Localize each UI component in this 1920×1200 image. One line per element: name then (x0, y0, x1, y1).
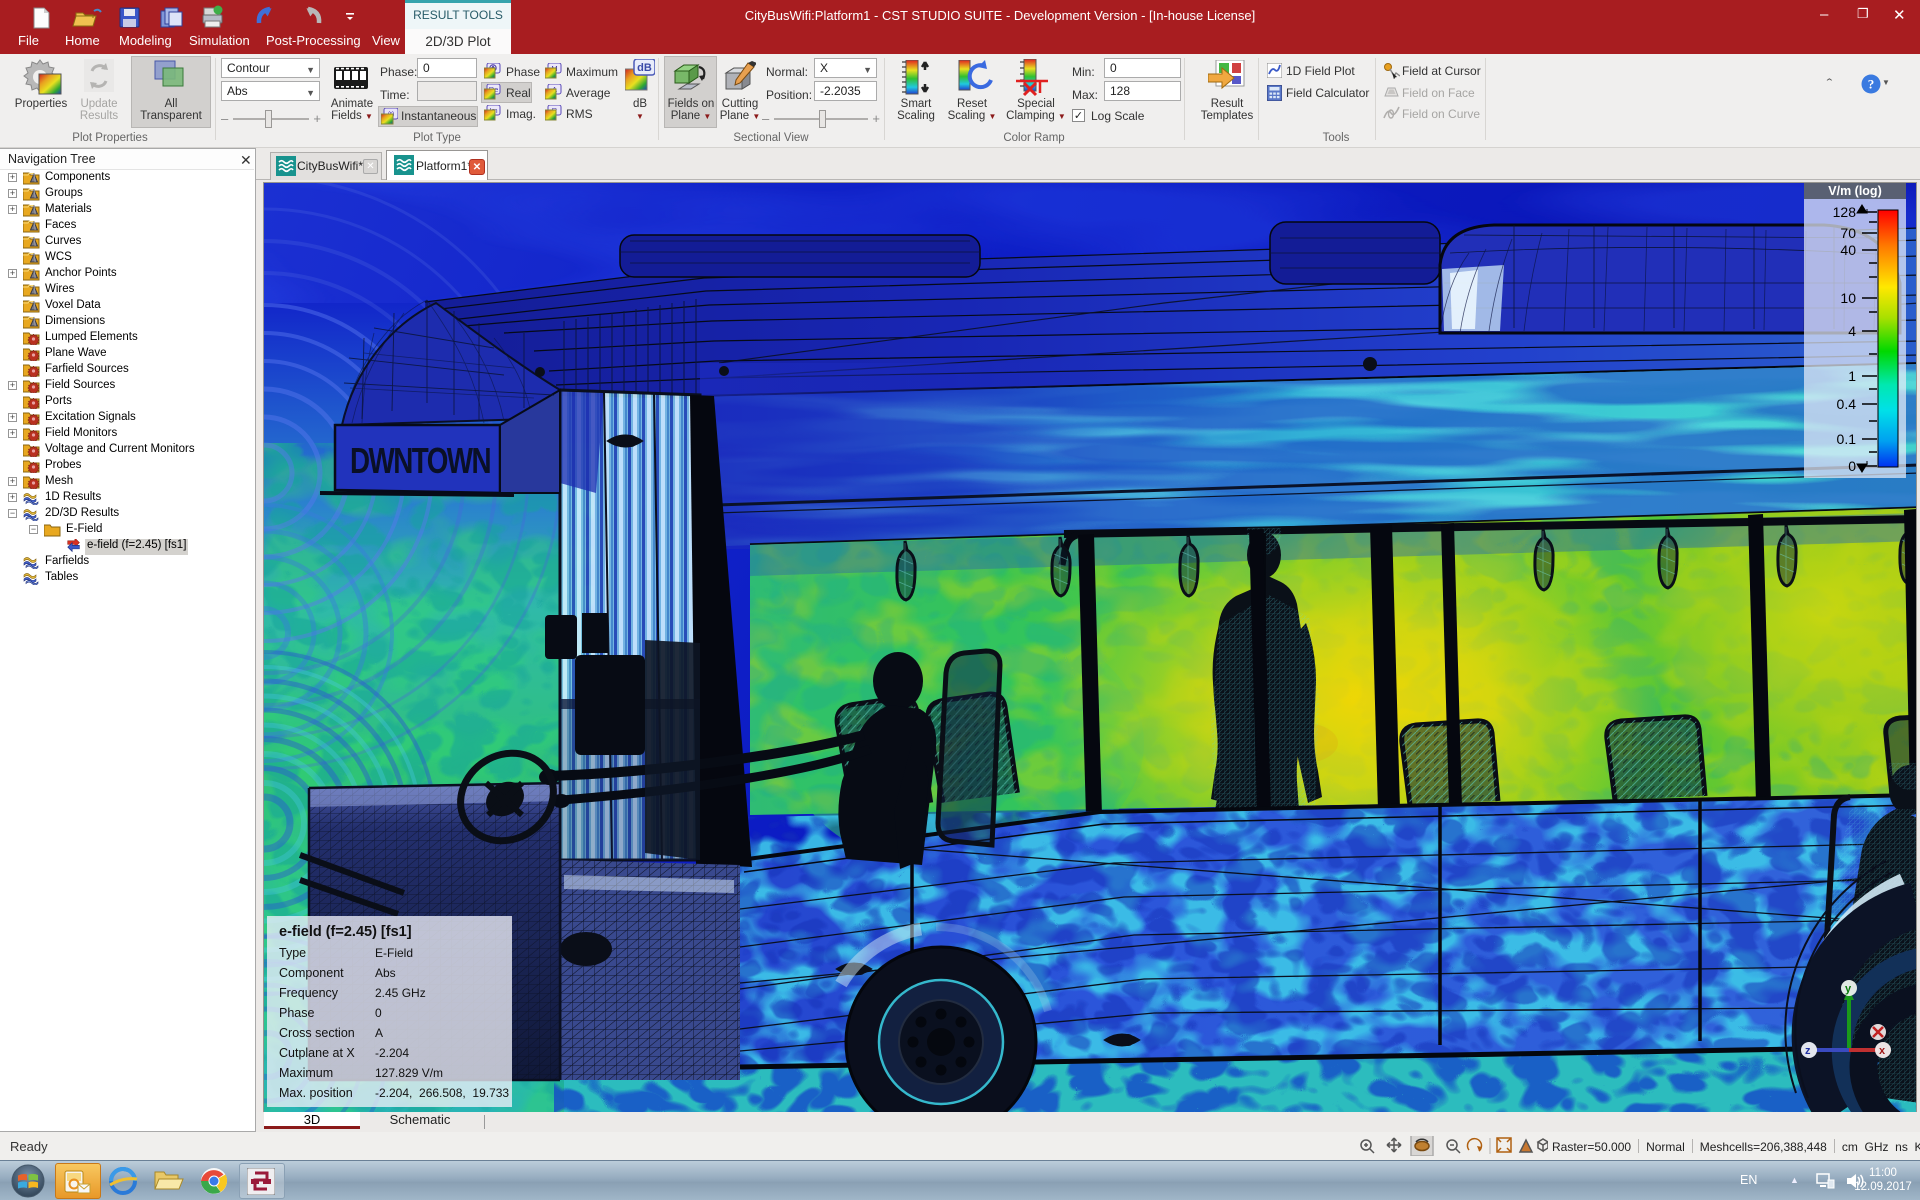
svg-text:dB: dB (637, 62, 652, 74)
svg-text:128: 128 (1833, 204, 1857, 220)
svg-text:z: z (1805, 1045, 1811, 1057)
svg-text:4: 4 (1848, 323, 1856, 339)
svg-text:y: y (1845, 983, 1852, 995)
svg-text:?: ? (1868, 77, 1875, 92)
svg-text:0.1: 0.1 (1837, 431, 1857, 447)
svg-text:x: x (1879, 1045, 1886, 1057)
svg-text:10: 10 (1840, 290, 1856, 306)
svg-text:1: 1 (1848, 368, 1856, 384)
svg-text:0.4: 0.4 (1837, 396, 1857, 412)
svg-text:70: 70 (1840, 225, 1856, 241)
svg-text:DWNTOWN: DWNTOWN (350, 440, 490, 481)
svg-text:0: 0 (1848, 458, 1856, 474)
svg-text:40: 40 (1840, 242, 1856, 258)
